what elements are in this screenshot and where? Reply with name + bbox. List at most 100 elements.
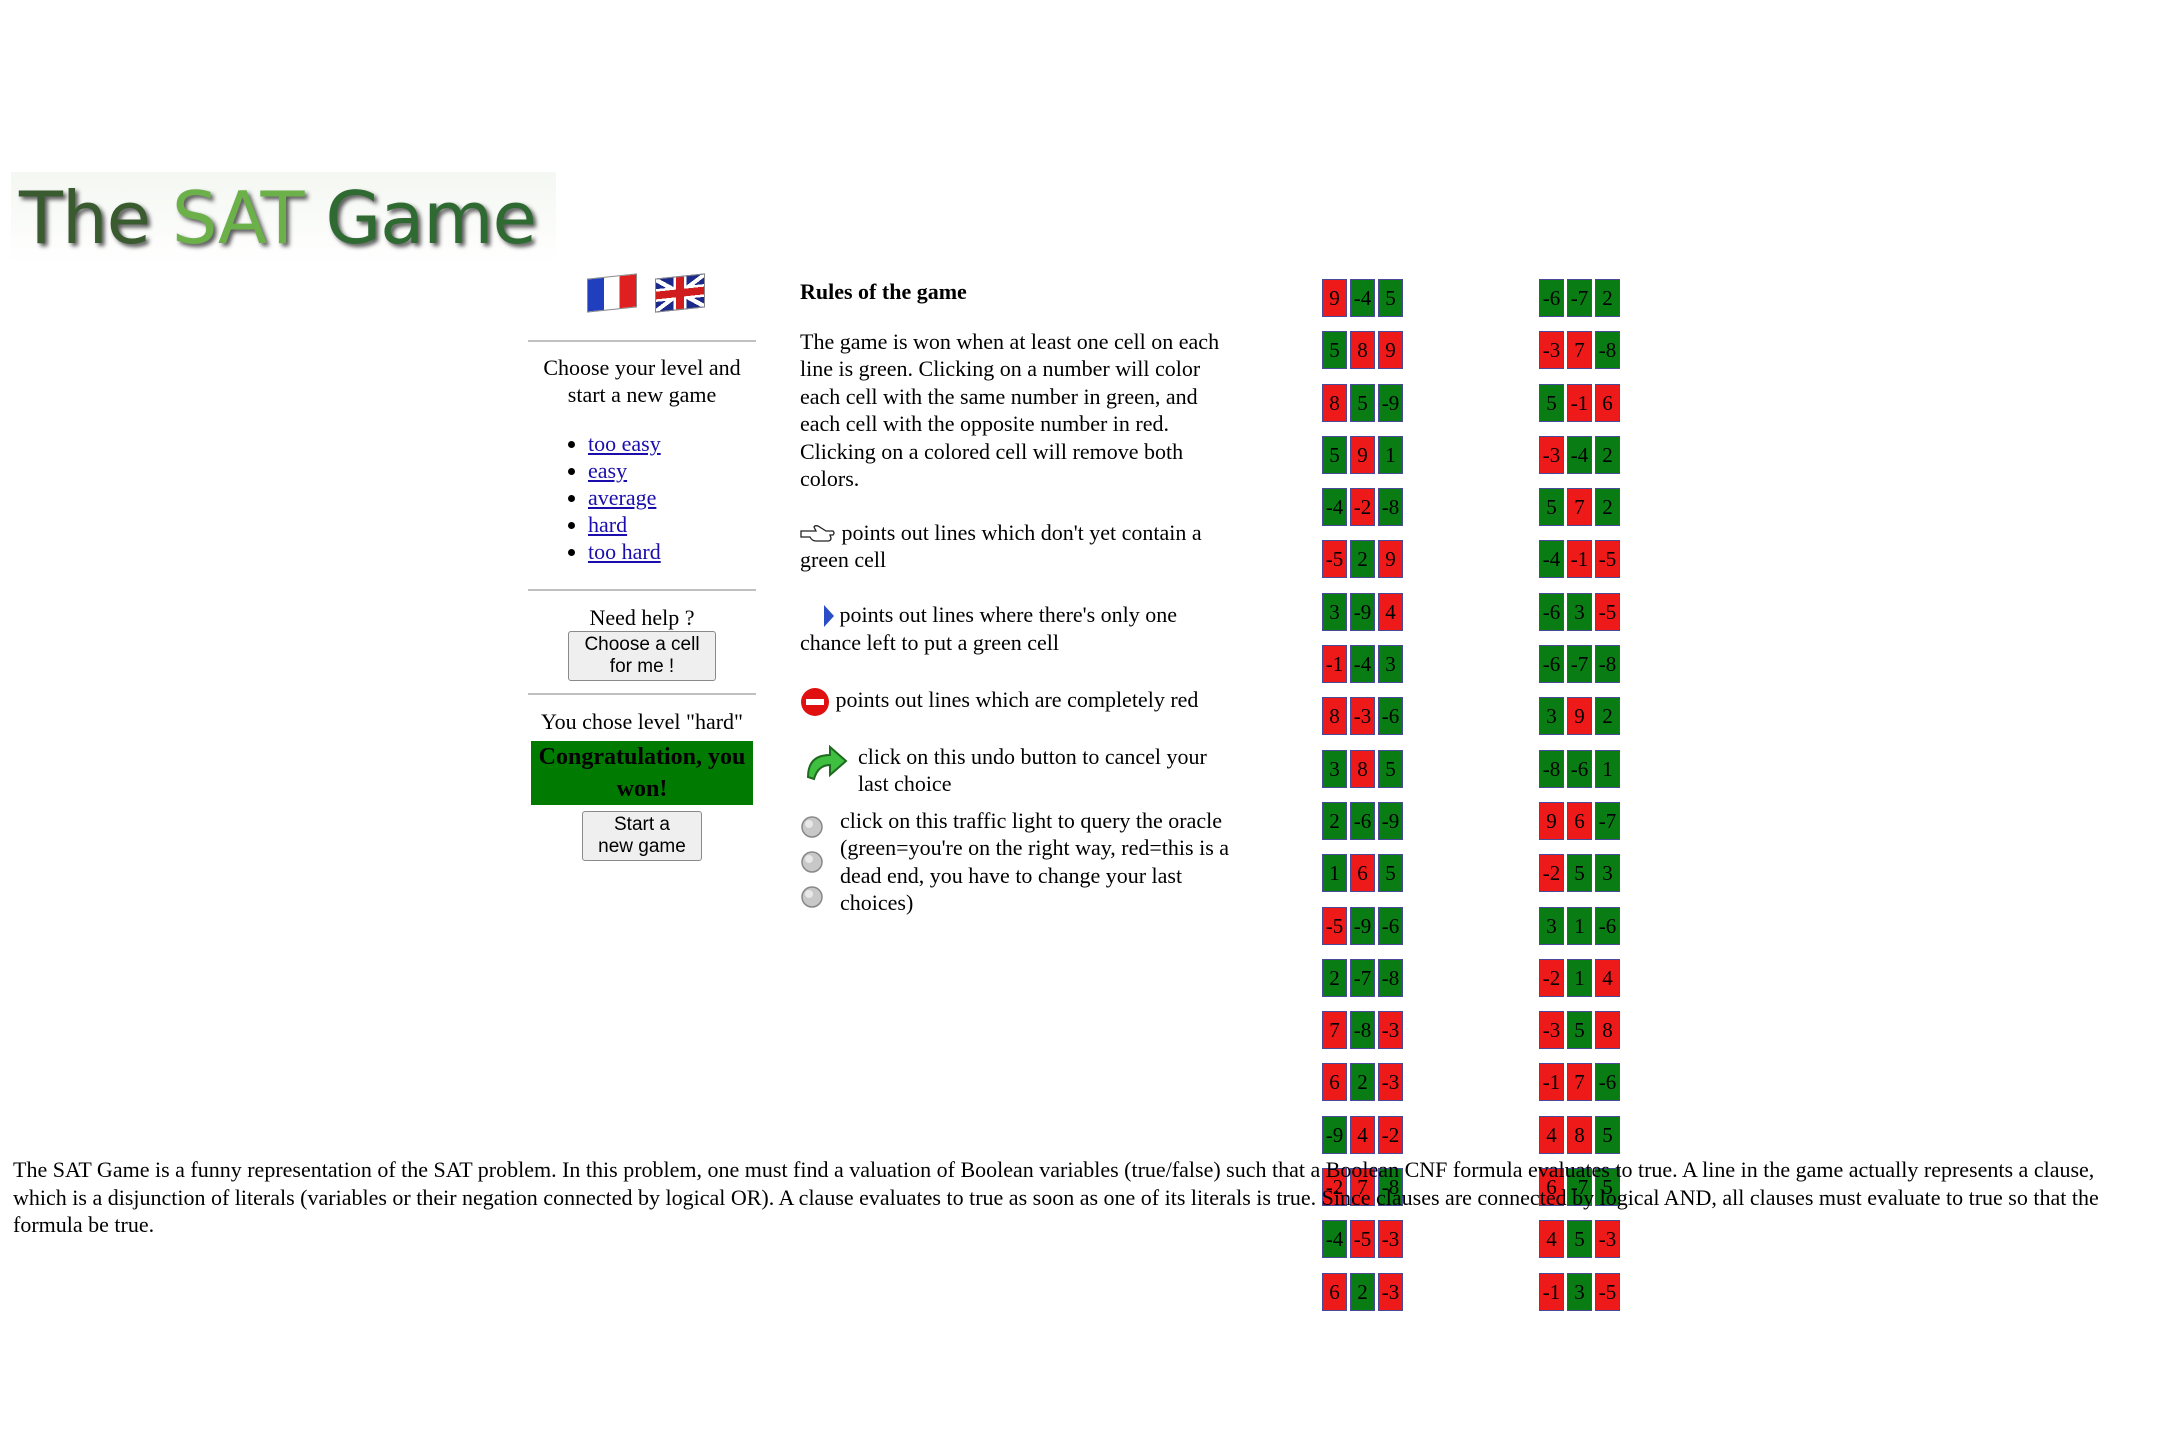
literal-cell[interactable]: -4 [1350, 279, 1375, 317]
literal-cell[interactable]: 9 [1322, 279, 1347, 317]
literal-cell[interactable]: 5 [1378, 279, 1403, 317]
literal-cell[interactable]: 2 [1322, 801, 1347, 840]
literal-cell[interactable]: 5 [1567, 854, 1592, 893]
literal-cell[interactable]: 4 [1595, 958, 1620, 997]
literal-cell[interactable]: 3 [1567, 1272, 1592, 1311]
literal-cell[interactable]: -4 [1539, 540, 1564, 579]
literal-cell[interactable]: 5 [1539, 383, 1564, 422]
literal-cell[interactable]: 6 [1567, 801, 1592, 840]
literal-cell[interactable]: 9 [1567, 697, 1592, 736]
literal-cell[interactable]: -1 [1567, 383, 1592, 422]
literal-cell[interactable]: 5 [1567, 1011, 1592, 1050]
literal-cell[interactable]: -1 [1539, 1063, 1564, 1102]
literal-cell[interactable]: -1 [1322, 645, 1347, 684]
literal-cell[interactable]: -6 [1539, 592, 1564, 631]
literal-cell[interactable]: -9 [1378, 383, 1403, 422]
literal-cell[interactable]: 6 [1322, 1063, 1347, 1102]
literal-cell[interactable]: -2 [1539, 958, 1564, 997]
literal-cell[interactable]: 1 [1567, 906, 1592, 945]
literal-cell[interactable]: -6 [1539, 645, 1564, 684]
literal-cell[interactable]: 7 [1567, 488, 1592, 527]
literal-cell[interactable]: -8 [1595, 331, 1620, 370]
literal-cell[interactable]: 5 [1378, 749, 1403, 788]
literal-cell[interactable]: 2 [1350, 1063, 1375, 1102]
literal-cell[interactable]: -3 [1378, 1272, 1403, 1311]
choose-cell-button[interactable]: Choose a cell for me ! [568, 631, 716, 681]
literal-cell[interactable]: -2 [1378, 1115, 1403, 1154]
literal-cell[interactable]: 9 [1378, 331, 1403, 370]
literal-cell[interactable]: 3 [1567, 592, 1592, 631]
literal-cell[interactable]: 8 [1595, 1011, 1620, 1050]
literal-cell[interactable]: 3 [1595, 854, 1620, 893]
literal-cell[interactable]: -8 [1350, 1011, 1375, 1050]
literal-cell[interactable]: -6 [1539, 279, 1564, 317]
literal-cell[interactable]: 4 [1539, 1115, 1564, 1154]
literal-cell[interactable]: 9 [1378, 540, 1403, 579]
literal-cell[interactable]: -7 [1567, 645, 1592, 684]
literal-cell[interactable]: -9 [1350, 906, 1375, 945]
literal-cell[interactable]: -8 [1595, 645, 1620, 684]
literal-cell[interactable]: -3 [1539, 1011, 1564, 1050]
literal-cell[interactable]: -6 [1350, 801, 1375, 840]
literal-cell[interactable]: 1 [1322, 854, 1347, 893]
literal-cell[interactable]: 8 [1350, 331, 1375, 370]
literal-cell[interactable]: 5 [1539, 488, 1564, 527]
literal-cell[interactable]: 3 [1539, 906, 1564, 945]
literal-cell[interactable]: -1 [1539, 1272, 1564, 1311]
literal-cell[interactable]: 4 [1350, 1115, 1375, 1154]
literal-cell[interactable]: -9 [1322, 1115, 1347, 1154]
literal-cell[interactable]: -6 [1595, 1063, 1620, 1102]
french-flag-icon[interactable] [587, 273, 637, 313]
literal-cell[interactable]: -3 [1378, 1063, 1403, 1102]
literal-cell[interactable]: -6 [1595, 906, 1620, 945]
literal-cell[interactable]: 5 [1378, 854, 1403, 893]
literal-cell[interactable]: -8 [1378, 958, 1403, 997]
literal-cell[interactable]: -8 [1378, 488, 1403, 527]
literal-cell[interactable]: -5 [1595, 540, 1620, 579]
literal-cell[interactable]: 3 [1539, 697, 1564, 736]
literal-cell[interactable]: -7 [1595, 801, 1620, 840]
literal-cell[interactable]: -6 [1567, 749, 1592, 788]
literal-cell[interactable]: 8 [1322, 383, 1347, 422]
literal-cell[interactable]: -7 [1567, 279, 1592, 317]
literal-cell[interactable]: 7 [1567, 331, 1592, 370]
level-link-too-easy[interactable]: too easy [588, 431, 661, 456]
uk-flag-icon[interactable] [655, 273, 705, 313]
literal-cell[interactable]: -4 [1567, 435, 1592, 474]
literal-cell[interactable]: 5 [1322, 435, 1347, 474]
literal-cell[interactable]: 8 [1322, 697, 1347, 736]
literal-cell[interactable]: 7 [1322, 1011, 1347, 1050]
literal-cell[interactable]: -3 [1539, 435, 1564, 474]
literal-cell[interactable]: -5 [1595, 1272, 1620, 1311]
literal-cell[interactable]: 4 [1378, 592, 1403, 631]
level-link-hard[interactable]: hard [588, 512, 627, 537]
literal-cell[interactable]: 2 [1350, 1272, 1375, 1311]
literal-cell[interactable]: 2 [1322, 958, 1347, 997]
literal-cell[interactable]: -9 [1378, 801, 1403, 840]
undo-icon[interactable] [800, 743, 854, 787]
literal-cell[interactable]: 5 [1322, 331, 1347, 370]
literal-cell[interactable]: 6 [1595, 383, 1620, 422]
traffic-light[interactable] [800, 807, 840, 917]
literal-cell[interactable]: -3 [1350, 697, 1375, 736]
literal-cell[interactable]: 1 [1378, 435, 1403, 474]
literal-cell[interactable]: 9 [1350, 435, 1375, 474]
literal-cell[interactable]: 2 [1595, 279, 1620, 317]
literal-cell[interactable]: 3 [1322, 749, 1347, 788]
level-link-too-hard[interactable]: too hard [588, 539, 661, 564]
literal-cell[interactable]: 8 [1567, 1115, 1592, 1154]
literal-cell[interactable]: 7 [1567, 1063, 1592, 1102]
literal-cell[interactable]: 5 [1350, 383, 1375, 422]
literal-cell[interactable]: 2 [1595, 435, 1620, 474]
literal-cell[interactable]: -2 [1350, 488, 1375, 527]
literal-cell[interactable]: 9 [1539, 801, 1564, 840]
literal-cell[interactable]: 1 [1595, 749, 1620, 788]
literal-cell[interactable]: -8 [1539, 749, 1564, 788]
literal-cell[interactable]: 3 [1322, 592, 1347, 631]
literal-cell[interactable]: 2 [1595, 697, 1620, 736]
literal-cell[interactable]: 3 [1378, 645, 1403, 684]
level-link-easy[interactable]: easy [588, 458, 627, 483]
literal-cell[interactable]: 6 [1322, 1272, 1347, 1311]
literal-cell[interactable]: 2 [1595, 488, 1620, 527]
literal-cell[interactable]: 2 [1350, 540, 1375, 579]
